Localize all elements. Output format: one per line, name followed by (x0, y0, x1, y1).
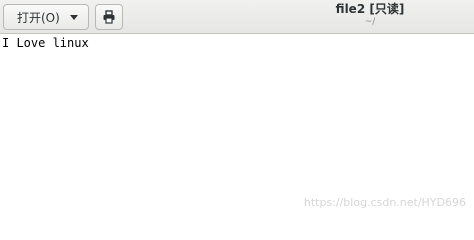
window-subtitle: ~/ (364, 17, 376, 27)
title-block: file2 [只读] ~/ (300, 2, 440, 28)
header-bar: 打开(O) file2 [只读] ~/ (0, 0, 474, 34)
watermark: https://blog.csdn.net/HYD696 (303, 196, 466, 209)
text-editor-window: 打开(O) file2 [只读] ~/ I Love linux https:/… (0, 0, 474, 217)
window-title: file2 [只读] (335, 2, 405, 16)
open-button[interactable]: 打开(O) (3, 4, 89, 30)
chevron-down-icon (70, 15, 78, 20)
open-button-label: 打开(O) (17, 10, 60, 25)
text-editor-area[interactable]: I Love linux https://blog.csdn.net/HYD69… (0, 34, 474, 217)
printer-icon (103, 10, 115, 24)
print-button[interactable] (95, 4, 123, 30)
editor-line: I Love linux (2, 36, 89, 50)
